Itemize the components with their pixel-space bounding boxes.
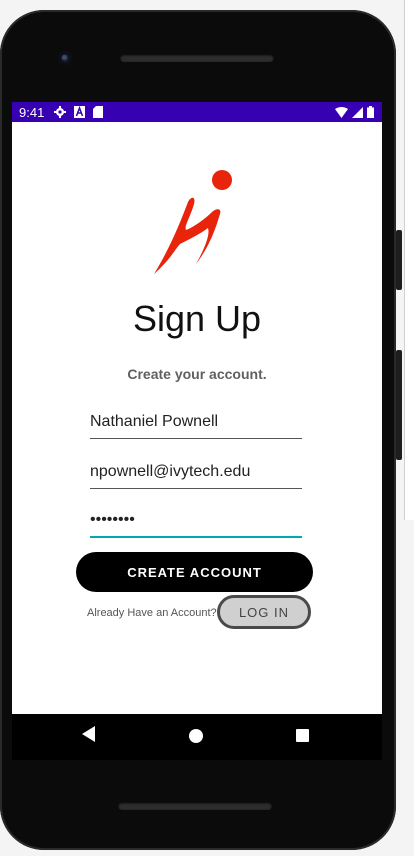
home-icon[interactable] <box>189 729 203 743</box>
a-icon <box>74 106 85 118</box>
status-time: 9:41 <box>19 105 45 120</box>
app-logo-icon <box>154 170 232 274</box>
power-button <box>396 350 402 460</box>
bottom-speaker <box>118 802 272 810</box>
login-prompt: Already Have an Account? <box>87 607 217 619</box>
page-title: Sign Up <box>132 298 262 339</box>
login-row: Already Have an Account? LOG IN <box>12 592 382 632</box>
sd-card-icon <box>93 106 103 118</box>
password-field[interactable] <box>90 506 302 538</box>
background-panel <box>404 0 414 520</box>
status-bar: 9:41 <box>12 102 382 122</box>
system-nav-bar <box>12 714 382 760</box>
top-speaker <box>120 54 274 62</box>
name-field[interactable] <box>90 408 302 439</box>
front-camera <box>58 51 72 65</box>
signal-icon <box>352 106 363 118</box>
wifi-icon <box>335 106 348 118</box>
create-account-button[interactable]: CREATE ACCOUNT <box>76 552 313 592</box>
volume-button <box>396 230 402 290</box>
settings-icon <box>54 106 66 118</box>
password-input[interactable] <box>90 506 302 534</box>
recents-icon[interactable] <box>296 729 309 742</box>
back-icon[interactable] <box>82 726 96 742</box>
battery-icon <box>367 106 374 118</box>
email-input[interactable] <box>90 458 302 486</box>
email-field[interactable] <box>90 458 302 489</box>
name-input[interactable] <box>90 408 302 436</box>
app-screen: 9:41 Sign Up Create your account. Nathan… <box>12 102 382 714</box>
page-subtitle: Create your account. <box>127 366 267 382</box>
login-button[interactable]: LOG IN <box>217 595 311 629</box>
